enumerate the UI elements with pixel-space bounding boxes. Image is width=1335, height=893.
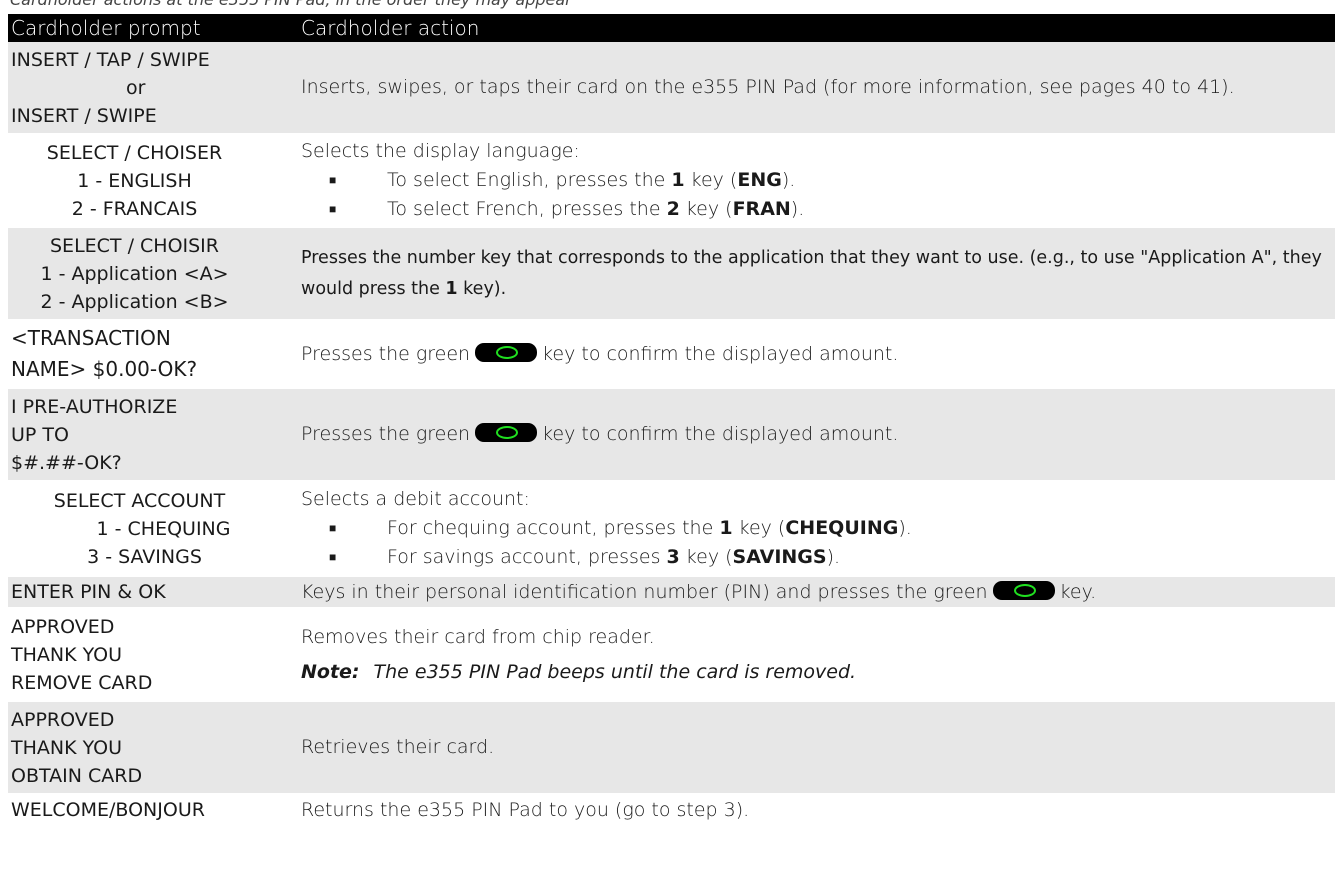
header-action: Cardholder action	[301, 16, 480, 40]
prompt-cell: SELECT / CHOISER 1 - ENGLISH 2 - FRANCAI…	[46, 141, 223, 220]
table-row: SELECT / CHOISER 1 - ENGLISH 2 - FRANCAI…	[8, 135, 1335, 228]
list-item: ■ For savings account, presses 3 key (SA…	[301, 543, 1329, 572]
square-bullet-icon: ■	[329, 173, 337, 187]
action-cell: Keys in their personal identification nu…	[301, 580, 1097, 603]
list-item: ■ For chequing account, presses the 1 ke…	[301, 514, 1329, 543]
action-cell: Selects the display language: ■ To selec…	[301, 135, 1335, 226]
action-cell: Inserts, swipes, or taps their card on t…	[301, 76, 1235, 98]
prompt-cell: ENTER PIN & OK	[11, 581, 166, 603]
prompt-cell: SELECT ACCOUNT 1 - CHEQUING 3 - SAVINGS	[53, 489, 231, 568]
list-item: ■ To select French, presses the 2 key (F…	[301, 195, 1329, 224]
table-row: APPROVED THANK YOU REMOVE CARD Removes t…	[8, 609, 1335, 702]
square-bullet-icon: ■	[329, 202, 337, 216]
green-ok-key-icon	[475, 423, 538, 442]
prompt-cell: SELECT / CHOISIR 1 - Application <A> 2 -…	[40, 234, 229, 313]
table-caption: Cardholder actions at the e355 PIN Pad, …	[0, 0, 1335, 10]
prompt-cell: <TRANSACTION NAME> $0.00-OK?	[11, 326, 198, 381]
table-row: INSERT / TAP / SWIPE or INSERT / SWIPE I…	[8, 42, 1335, 135]
action-cell: Removes their card from chip reader. Not…	[301, 609, 1335, 700]
prompt-cell: INSERT / TAP / SWIPE or INSERT / SWIPE	[11, 48, 210, 127]
table-row: APPROVED THANK YOU OBTAIN CARD Retrieves…	[8, 702, 1335, 795]
header-prompt: Cardholder prompt	[11, 16, 201, 40]
action-cell: Selects a debit account: ■ For chequing …	[301, 482, 1335, 575]
list-item: ■ To select English, presses the 1 key (…	[301, 166, 1329, 195]
table-row: ENTER PIN & OK Keys in their personal id…	[8, 577, 1335, 609]
green-ok-key-icon	[992, 580, 1055, 600]
square-bullet-icon: ■	[329, 521, 337, 535]
action-cell: Retrieves their card.	[301, 736, 495, 758]
table-header: Cardholder prompt Cardholder action	[8, 14, 1335, 42]
table-row: SELECT ACCOUNT 1 - CHEQUING 3 - SAVINGS …	[8, 482, 1335, 577]
table-row: I PRE-AUTHORIZE UP TO $#.##-OK? Presses …	[8, 389, 1335, 482]
cardholder-prompt-table: Cardholder prompt Cardholder action INSE…	[8, 14, 1335, 827]
prompt-cell: APPROVED THANK YOU REMOVE CARD	[11, 615, 153, 694]
prompt-cell: APPROVED THANK YOU OBTAIN CARD	[11, 708, 143, 787]
note: Note: The e355 PIN Pad beeps until the ca…	[301, 660, 857, 683]
action-cell: Returns the e355 PIN Pad to you (go to s…	[301, 798, 750, 821]
prompt-cell: I PRE-AUTHORIZE UP TO $#.##-OK?	[11, 395, 178, 474]
table-row: <TRANSACTION NAME> $0.00-OK? Presses the…	[8, 321, 1335, 389]
table-row: WELCOME/BONJOUR Returns the e355 PIN Pad…	[8, 795, 1335, 827]
green-ok-key-icon	[475, 342, 538, 362]
action-cell: Presses the number key that corresponds …	[301, 247, 1322, 299]
square-bullet-icon: ■	[329, 550, 337, 564]
action-cell: Presses the green key to confirm the disp…	[301, 342, 899, 365]
action-cell: Presses the green key to confirm the disp…	[301, 423, 899, 445]
table-row: SELECT / CHOISIR 1 - Application <A> 2 -…	[8, 228, 1335, 321]
prompt-cell: WELCOME/BONJOUR	[11, 799, 205, 821]
